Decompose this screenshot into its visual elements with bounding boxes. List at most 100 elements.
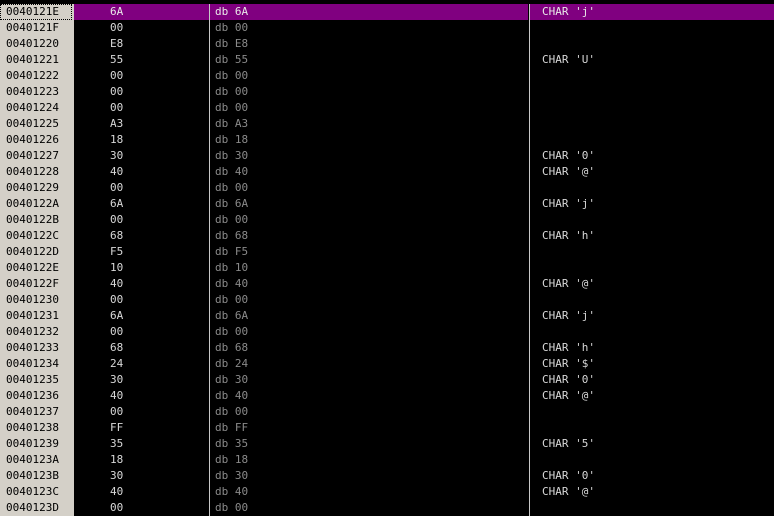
command-cell: db 00 xyxy=(215,69,249,82)
disassembly-row[interactable]: 00401232 00 db 00 xyxy=(0,324,774,340)
comment-cell: CHAR 'j' xyxy=(542,309,595,322)
hex-dump-cell: F5 xyxy=(110,245,124,258)
comment-cell xyxy=(530,100,774,116)
hex-dump-cell: 10 xyxy=(110,261,124,274)
disassembly-row[interactable]: 0040122F 40 db 40 CHAR '@' xyxy=(0,276,774,292)
address-cell: 0040122D xyxy=(0,244,72,260)
comment-cell xyxy=(530,180,774,196)
hex-dump-cell: 00 xyxy=(110,181,124,194)
comment-cell xyxy=(530,36,774,52)
hex-dump-cell: 00 xyxy=(110,101,124,114)
hex-dump-cell: 30 xyxy=(110,373,124,386)
address-cell: 00401235 xyxy=(0,372,72,388)
comment-cell xyxy=(530,404,774,420)
comment-cell xyxy=(530,68,774,84)
hex-dump-cell: 40 xyxy=(110,165,124,178)
hex-dump-cell: 6A xyxy=(110,197,124,210)
disassembly-row[interactable]: 0040123C 40 db 40 CHAR '@' xyxy=(0,484,774,500)
disassembly-row[interactable]: 00401224 00 db 00 xyxy=(0,100,774,116)
hex-dump-cell: 00 xyxy=(110,405,124,418)
command-cell: db 00 xyxy=(215,101,249,114)
command-cell: db 68 xyxy=(215,229,249,242)
disassembly-row[interactable]: 00401234 24 db 24 CHAR '$' xyxy=(0,356,774,372)
address-cell: 00401221 xyxy=(0,52,72,68)
comment-cell: CHAR 'h' xyxy=(542,229,595,242)
command-cell: db 40 xyxy=(215,389,249,402)
hex-dump-cell: 35 xyxy=(110,437,124,450)
disassembly-row[interactable]: 0040123B 30 db 30 CHAR '0' xyxy=(0,468,774,484)
command-cell: db 40 xyxy=(215,165,249,178)
disassembly-row[interactable]: 00401237 00 db 00 xyxy=(0,404,774,420)
disassembly-row[interactable]: 00401231 6A db 6A CHAR 'j' xyxy=(0,308,774,324)
disassembly-row[interactable]: 00401229 00 db 00 xyxy=(0,180,774,196)
hex-dump-cell: 68 xyxy=(110,229,124,242)
disassembly-row[interactable]: 00401220 E8 db E8 xyxy=(0,36,774,52)
command-cell: db 30 xyxy=(215,469,249,482)
hex-dump-cell: 6A xyxy=(74,4,209,20)
address-cell: 00401230 xyxy=(0,292,72,308)
comment-cell xyxy=(530,212,774,228)
disassembly-row[interactable]: 0040122E 10 db 10 xyxy=(0,260,774,276)
address-cell: 0040121F xyxy=(0,20,72,36)
hex-dump-cell: 00 xyxy=(110,69,124,82)
disassembly-row[interactable]: 0040122A 6A db 6A CHAR 'j' xyxy=(0,196,774,212)
disassembly-row[interactable]: 0040121E 6A db 6A CHAR 'j' xyxy=(0,4,774,20)
disassembly-row[interactable]: 00401236 40 db 40 CHAR '@' xyxy=(0,388,774,404)
disassembly-row[interactable]: 00401221 55 db 55 CHAR 'U' xyxy=(0,52,774,68)
disassembly-row[interactable]: 0040123D 00 db 00 xyxy=(0,500,774,516)
disassembly-row[interactable]: 00401238 FF db FF xyxy=(0,420,774,436)
comment-cell xyxy=(530,500,774,516)
command-cell: db 24 xyxy=(215,357,249,370)
disassembly-row[interactable]: 0040121F 00 db 00 xyxy=(0,20,774,36)
comment-cell: CHAR '@' xyxy=(542,485,595,498)
command-cell: db 35 xyxy=(215,437,249,450)
address-cell: 00401231 xyxy=(0,308,72,324)
hex-dump-cell: 18 xyxy=(110,453,124,466)
hex-dump-cell: 24 xyxy=(110,357,124,370)
address-cell: 00401222 xyxy=(0,68,72,84)
address-cell: 00401234 xyxy=(0,356,72,372)
disassembly-row[interactable]: 00401239 35 db 35 CHAR '5' xyxy=(0,436,774,452)
comment-cell xyxy=(530,244,774,260)
disassembly-rows: 0040121E 6A db 6A CHAR 'j' 0040121F 00 db 00 00… xyxy=(0,4,774,516)
hex-dump-cell: 00 xyxy=(110,21,124,34)
command-cell: db 00 xyxy=(215,213,249,226)
disassembly-row[interactable]: 00401233 68 db 68 CHAR 'h' xyxy=(0,340,774,356)
disassembly-row[interactable]: 00401222 00 db 00 xyxy=(0,68,774,84)
command-cell: db 6A xyxy=(215,309,249,322)
hex-dump-cell: 00 xyxy=(110,501,124,514)
address-cell: 00401233 xyxy=(0,340,72,356)
address-cell: 0040122C xyxy=(0,228,72,244)
command-cell: db 30 xyxy=(215,149,249,162)
disassembly-row[interactable]: 00401227 30 db 30 CHAR '0' xyxy=(0,148,774,164)
hex-dump-cell: 00 xyxy=(110,213,124,226)
address-cell: 00401225 xyxy=(0,116,72,132)
disassembly-row[interactable]: 0040122B 00 db 00 xyxy=(0,212,774,228)
disassembly-row[interactable]: 00401228 40 db 40 CHAR '@' xyxy=(0,164,774,180)
hex-dump-cell: 40 xyxy=(110,277,124,290)
disassembly-row[interactable]: 0040123A 18 db 18 xyxy=(0,452,774,468)
address-cell: 0040121E xyxy=(0,4,72,20)
comment-cell: CHAR '@' xyxy=(542,277,595,290)
comment-cell xyxy=(530,260,774,276)
disassembly-row[interactable]: 0040122C 68 db 68 CHAR 'h' xyxy=(0,228,774,244)
command-cell: db 00 xyxy=(215,405,249,418)
disassembly-row[interactable]: 00401223 00 db 00 xyxy=(0,84,774,100)
comment-cell: CHAR '0' xyxy=(542,373,595,386)
comment-cell: CHAR '@' xyxy=(542,389,595,402)
command-cell: db 18 xyxy=(215,453,249,466)
command-cell: db E8 xyxy=(215,37,249,50)
disassembly-row[interactable]: 00401230 00 db 00 xyxy=(0,292,774,308)
disassembly-pane[interactable]: 0040121E 6A db 6A CHAR 'j' 0040121F 00 db 00 00… xyxy=(0,4,774,516)
disassembly-row[interactable]: 00401226 18 db 18 xyxy=(0,132,774,148)
command-cell: db 6A xyxy=(215,197,249,210)
command-cell: db 00 xyxy=(215,501,249,514)
address-cell: 00401236 xyxy=(0,388,72,404)
disassembly-row[interactable]: 00401235 30 db 30 CHAR '0' xyxy=(0,372,774,388)
address-cell: 0040122E xyxy=(0,260,72,276)
disassembly-row[interactable]: 0040122D F5 db F5 xyxy=(0,244,774,260)
hex-dump-cell: 00 xyxy=(110,293,124,306)
disassembly-row[interactable]: 00401225 A3 db A3 xyxy=(0,116,774,132)
command-cell: db 68 xyxy=(215,341,249,354)
comment-cell: CHAR '0' xyxy=(542,149,595,162)
